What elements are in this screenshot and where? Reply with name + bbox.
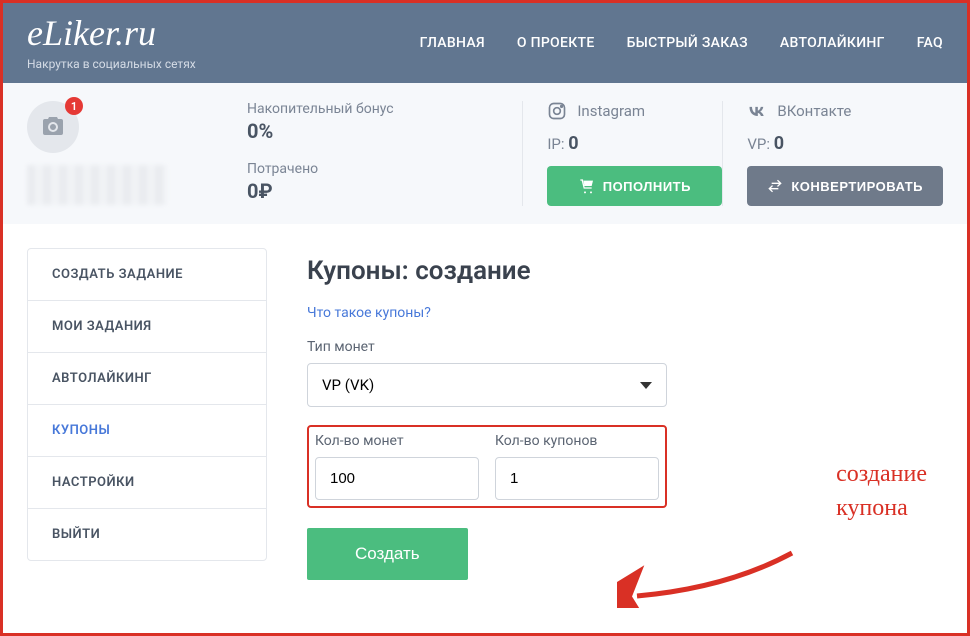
username-redacted bbox=[27, 165, 167, 205]
vk-icon bbox=[747, 101, 767, 121]
sidebar-item-my-tasks[interactable]: МОИ ЗАДАНИЯ bbox=[28, 301, 266, 353]
header: eLiker.ru Накрутка в социальных сетях ГЛ… bbox=[3, 3, 967, 83]
logo-block: eLiker.ru Накрутка в социальных сетях bbox=[27, 15, 196, 71]
nav: ГЛАВНАЯ О ПРОЕКТЕ БЫСТРЫЙ ЗАКАЗ АВТОЛАЙК… bbox=[420, 35, 943, 51]
nav-home[interactable]: ГЛАВНАЯ bbox=[420, 35, 485, 51]
exchange-icon bbox=[767, 178, 783, 194]
bonus-value: 0% bbox=[247, 119, 522, 143]
help-link[interactable]: Что такое купоны? bbox=[307, 305, 431, 321]
content: Купоны: создание Что такое купоны? Тип м… bbox=[307, 248, 943, 580]
annotation-arrow-icon bbox=[617, 548, 797, 608]
stats-bar: 1 Накопительный бонус 0% Потрачено 0₽ In… bbox=[3, 83, 967, 224]
convert-button[interactable]: КОНВЕРТИРОВАТЬ bbox=[747, 166, 943, 206]
logo[interactable]: eLiker.ru bbox=[27, 15, 196, 51]
camera-icon bbox=[41, 115, 65, 139]
coupon-inputs-highlight: Кол-во монет Кол-во купонов bbox=[307, 425, 667, 508]
coupons-input[interactable] bbox=[495, 457, 659, 500]
sidebar: СОЗДАТЬ ЗАДАНИЕ МОИ ЗАДАНИЯ АВТОЛАЙКИНГ … bbox=[27, 248, 267, 561]
sidebar-item-settings[interactable]: НАСТРОЙКИ bbox=[28, 457, 266, 509]
cart-icon bbox=[579, 178, 595, 194]
tagline: Накрутка в социальных сетях bbox=[27, 57, 196, 71]
sidebar-item-coupons[interactable]: КУПОНЫ bbox=[28, 405, 266, 457]
coins-label: Кол-во монет bbox=[315, 433, 479, 449]
page-title: Купоны: создание bbox=[307, 256, 943, 286]
instagram-icon bbox=[547, 101, 567, 121]
chevron-down-icon bbox=[640, 382, 652, 389]
coin-type-value: VP (VK) bbox=[322, 376, 374, 394]
notification-badge[interactable]: 1 bbox=[65, 97, 83, 115]
nav-about[interactable]: О ПРОЕКТЕ bbox=[517, 35, 595, 51]
coins-input[interactable] bbox=[315, 457, 479, 500]
sidebar-item-create-task[interactable]: СОЗДАТЬ ЗАДАНИЕ bbox=[28, 249, 266, 301]
instagram-points: IP: 0 bbox=[547, 133, 722, 154]
nav-autoliking[interactable]: АВТОЛАЙКИНГ bbox=[780, 35, 885, 51]
coin-type-label: Тип монет bbox=[307, 339, 943, 355]
sidebar-item-logout[interactable]: ВЫЙТИ bbox=[28, 509, 266, 560]
vk-label: ВКонтакте bbox=[747, 101, 943, 121]
vk-points: VP: 0 bbox=[747, 133, 943, 154]
annotation-text: создание купона bbox=[836, 458, 927, 525]
topup-button[interactable]: ПОПОЛНИТЬ bbox=[547, 166, 722, 206]
bonus-label: Накопительный бонус bbox=[247, 101, 522, 117]
coin-type-select[interactable]: VP (VK) bbox=[307, 363, 667, 407]
create-button[interactable]: Создать bbox=[307, 528, 468, 580]
coupons-label: Кол-во купонов bbox=[495, 433, 659, 449]
spent-value: 0₽ bbox=[247, 179, 522, 203]
instagram-label: Instagram bbox=[547, 101, 722, 121]
avatar[interactable]: 1 bbox=[27, 101, 79, 153]
sidebar-item-autoliking[interactable]: АВТОЛАЙКИНГ bbox=[28, 353, 266, 405]
spent-label: Потрачено bbox=[247, 161, 522, 177]
nav-fast-order[interactable]: БЫСТРЫЙ ЗАКАЗ bbox=[627, 35, 748, 51]
nav-faq[interactable]: FAQ bbox=[917, 35, 943, 51]
